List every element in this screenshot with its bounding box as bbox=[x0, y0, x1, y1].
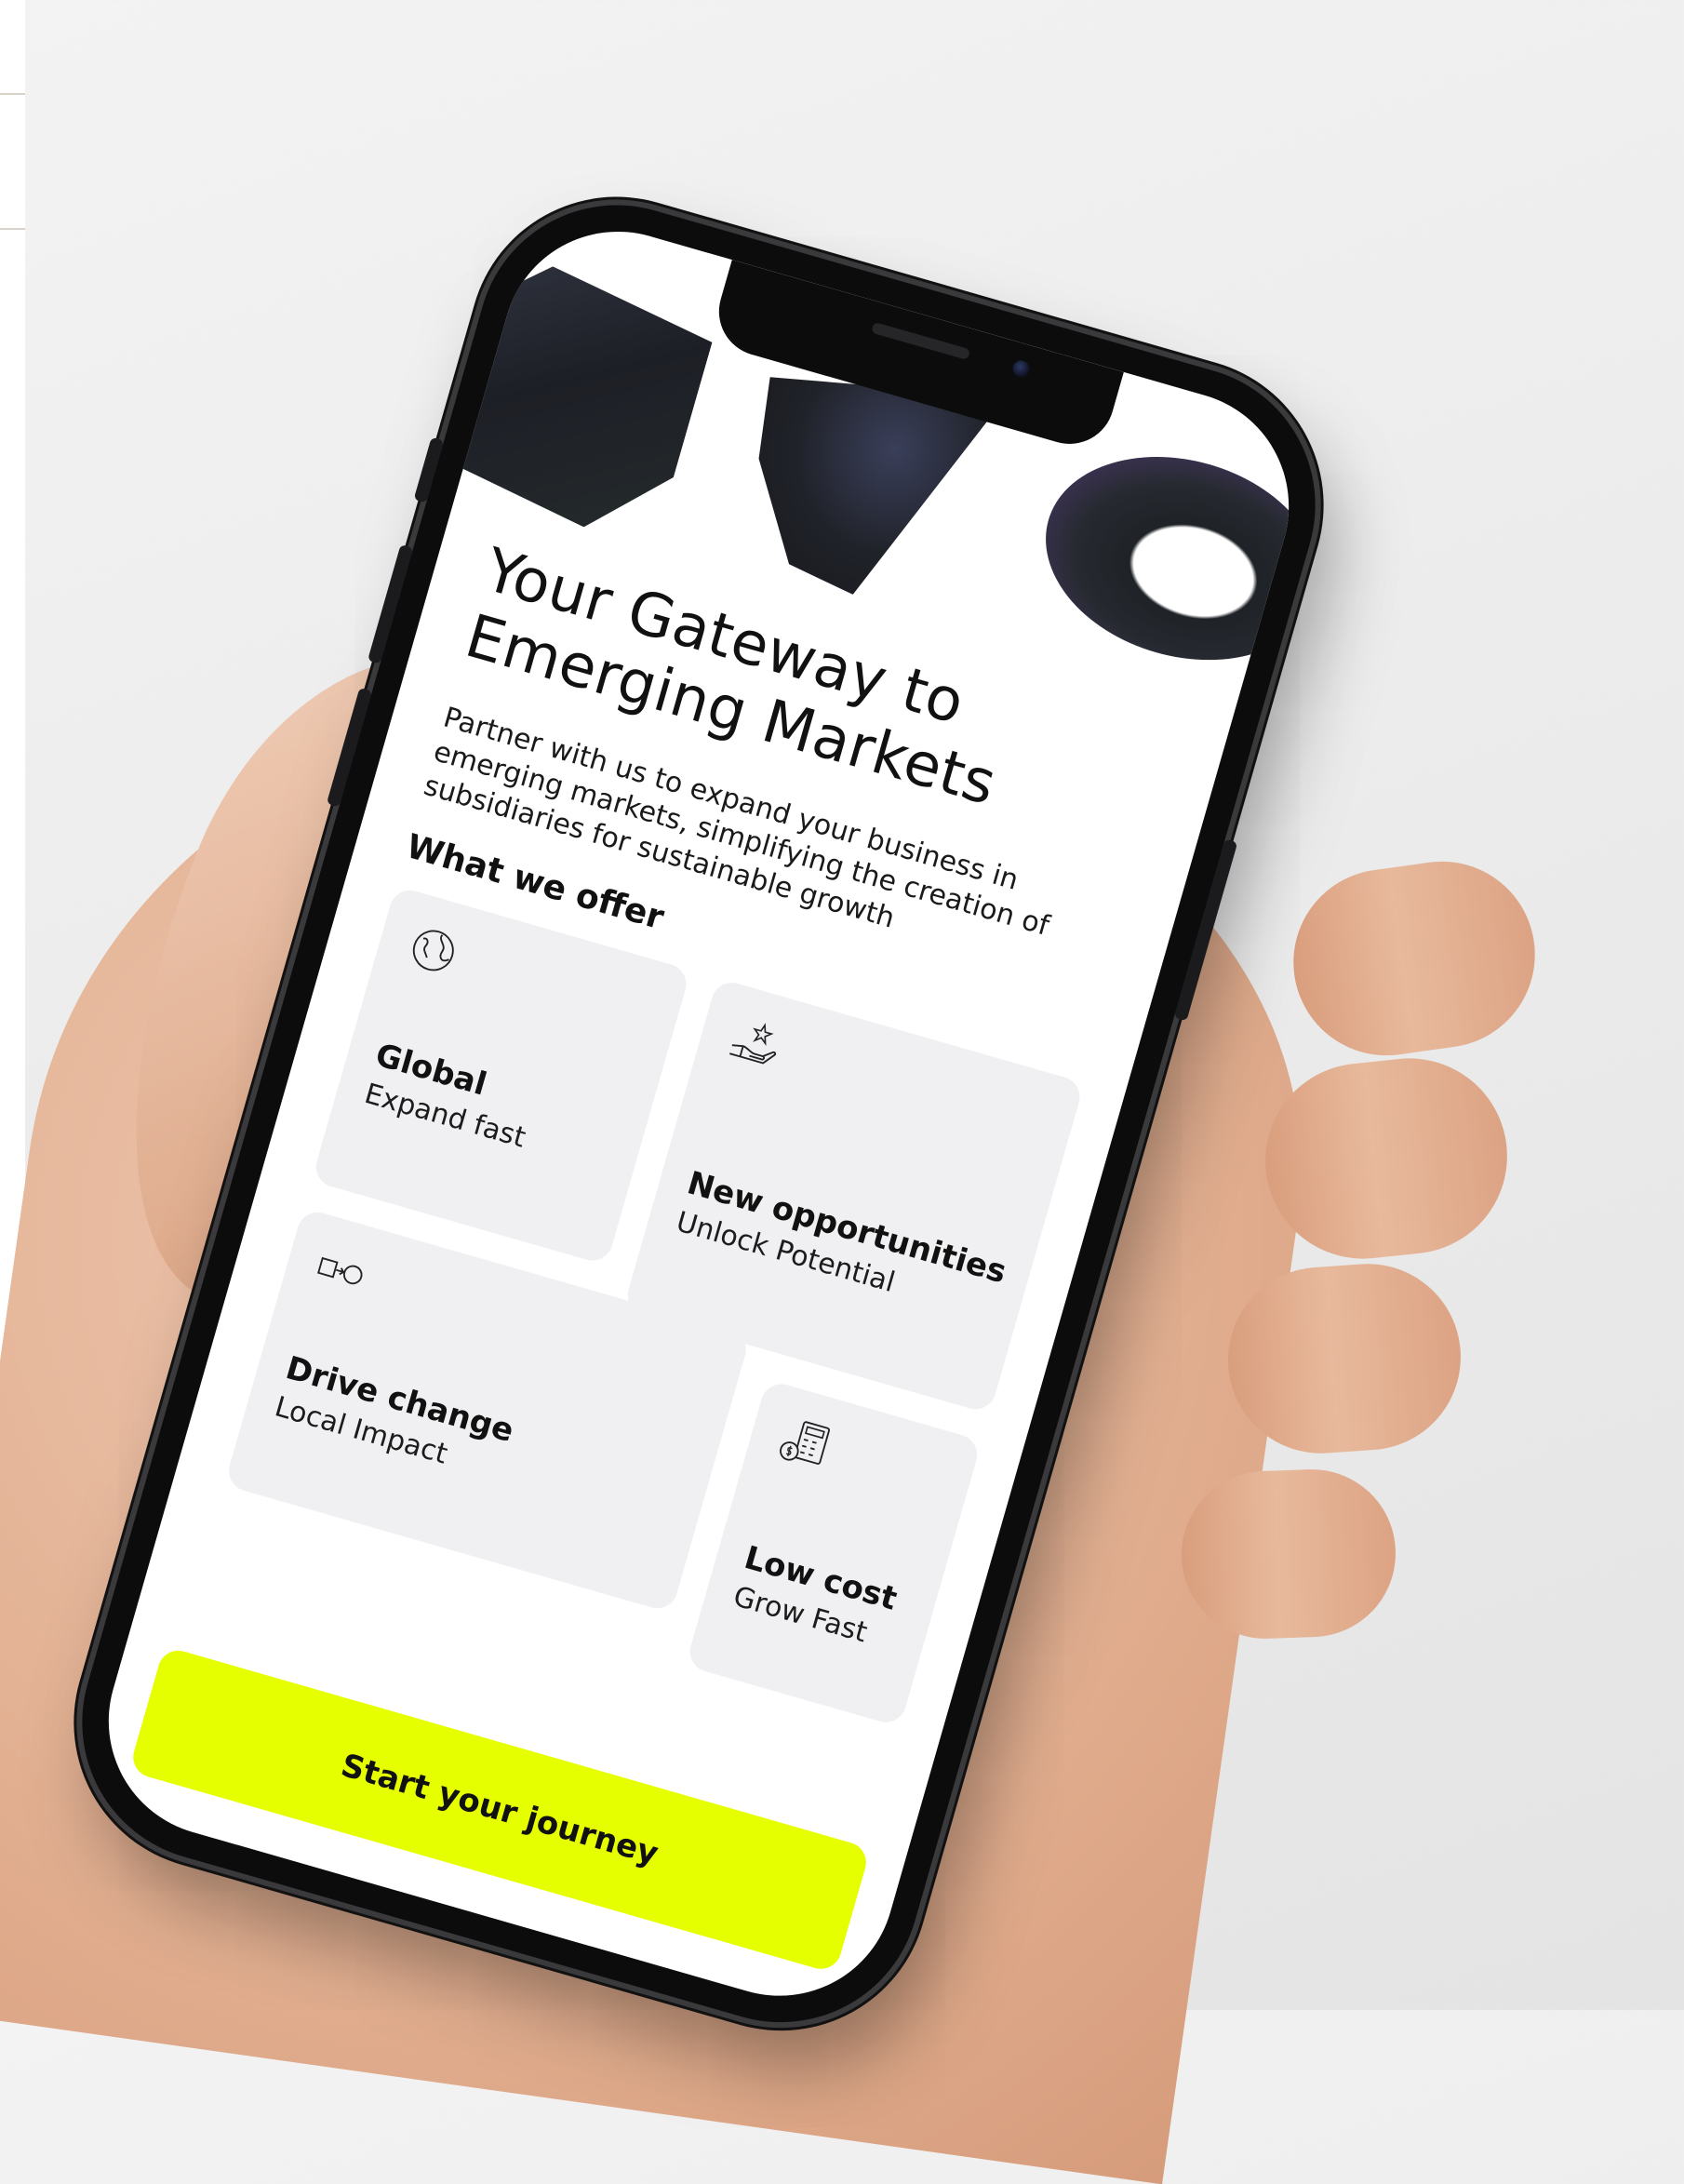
front-camera bbox=[1010, 358, 1032, 380]
mute-switch bbox=[413, 436, 445, 503]
calculator-coins-icon bbox=[780, 1421, 831, 1465]
globe-icon bbox=[412, 930, 454, 971]
volume-up-button bbox=[367, 543, 414, 664]
offer-card-global[interactable]: Global Expand fast bbox=[311, 885, 691, 1266]
torus-graphic bbox=[1022, 425, 1316, 691]
edge-divider bbox=[0, 228, 25, 230]
offer-card-low-cost[interactable]: Low cost Grow Fast bbox=[685, 1379, 982, 1727]
cube-graphic bbox=[421, 248, 721, 547]
hand-star-icon bbox=[729, 1023, 777, 1065]
speaker-grille bbox=[871, 321, 971, 361]
hand-finger bbox=[1178, 1467, 1399, 1641]
edge-divider bbox=[0, 93, 25, 95]
hand-finger bbox=[1281, 849, 1547, 1068]
square-to-circle-icon bbox=[317, 1256, 363, 1285]
